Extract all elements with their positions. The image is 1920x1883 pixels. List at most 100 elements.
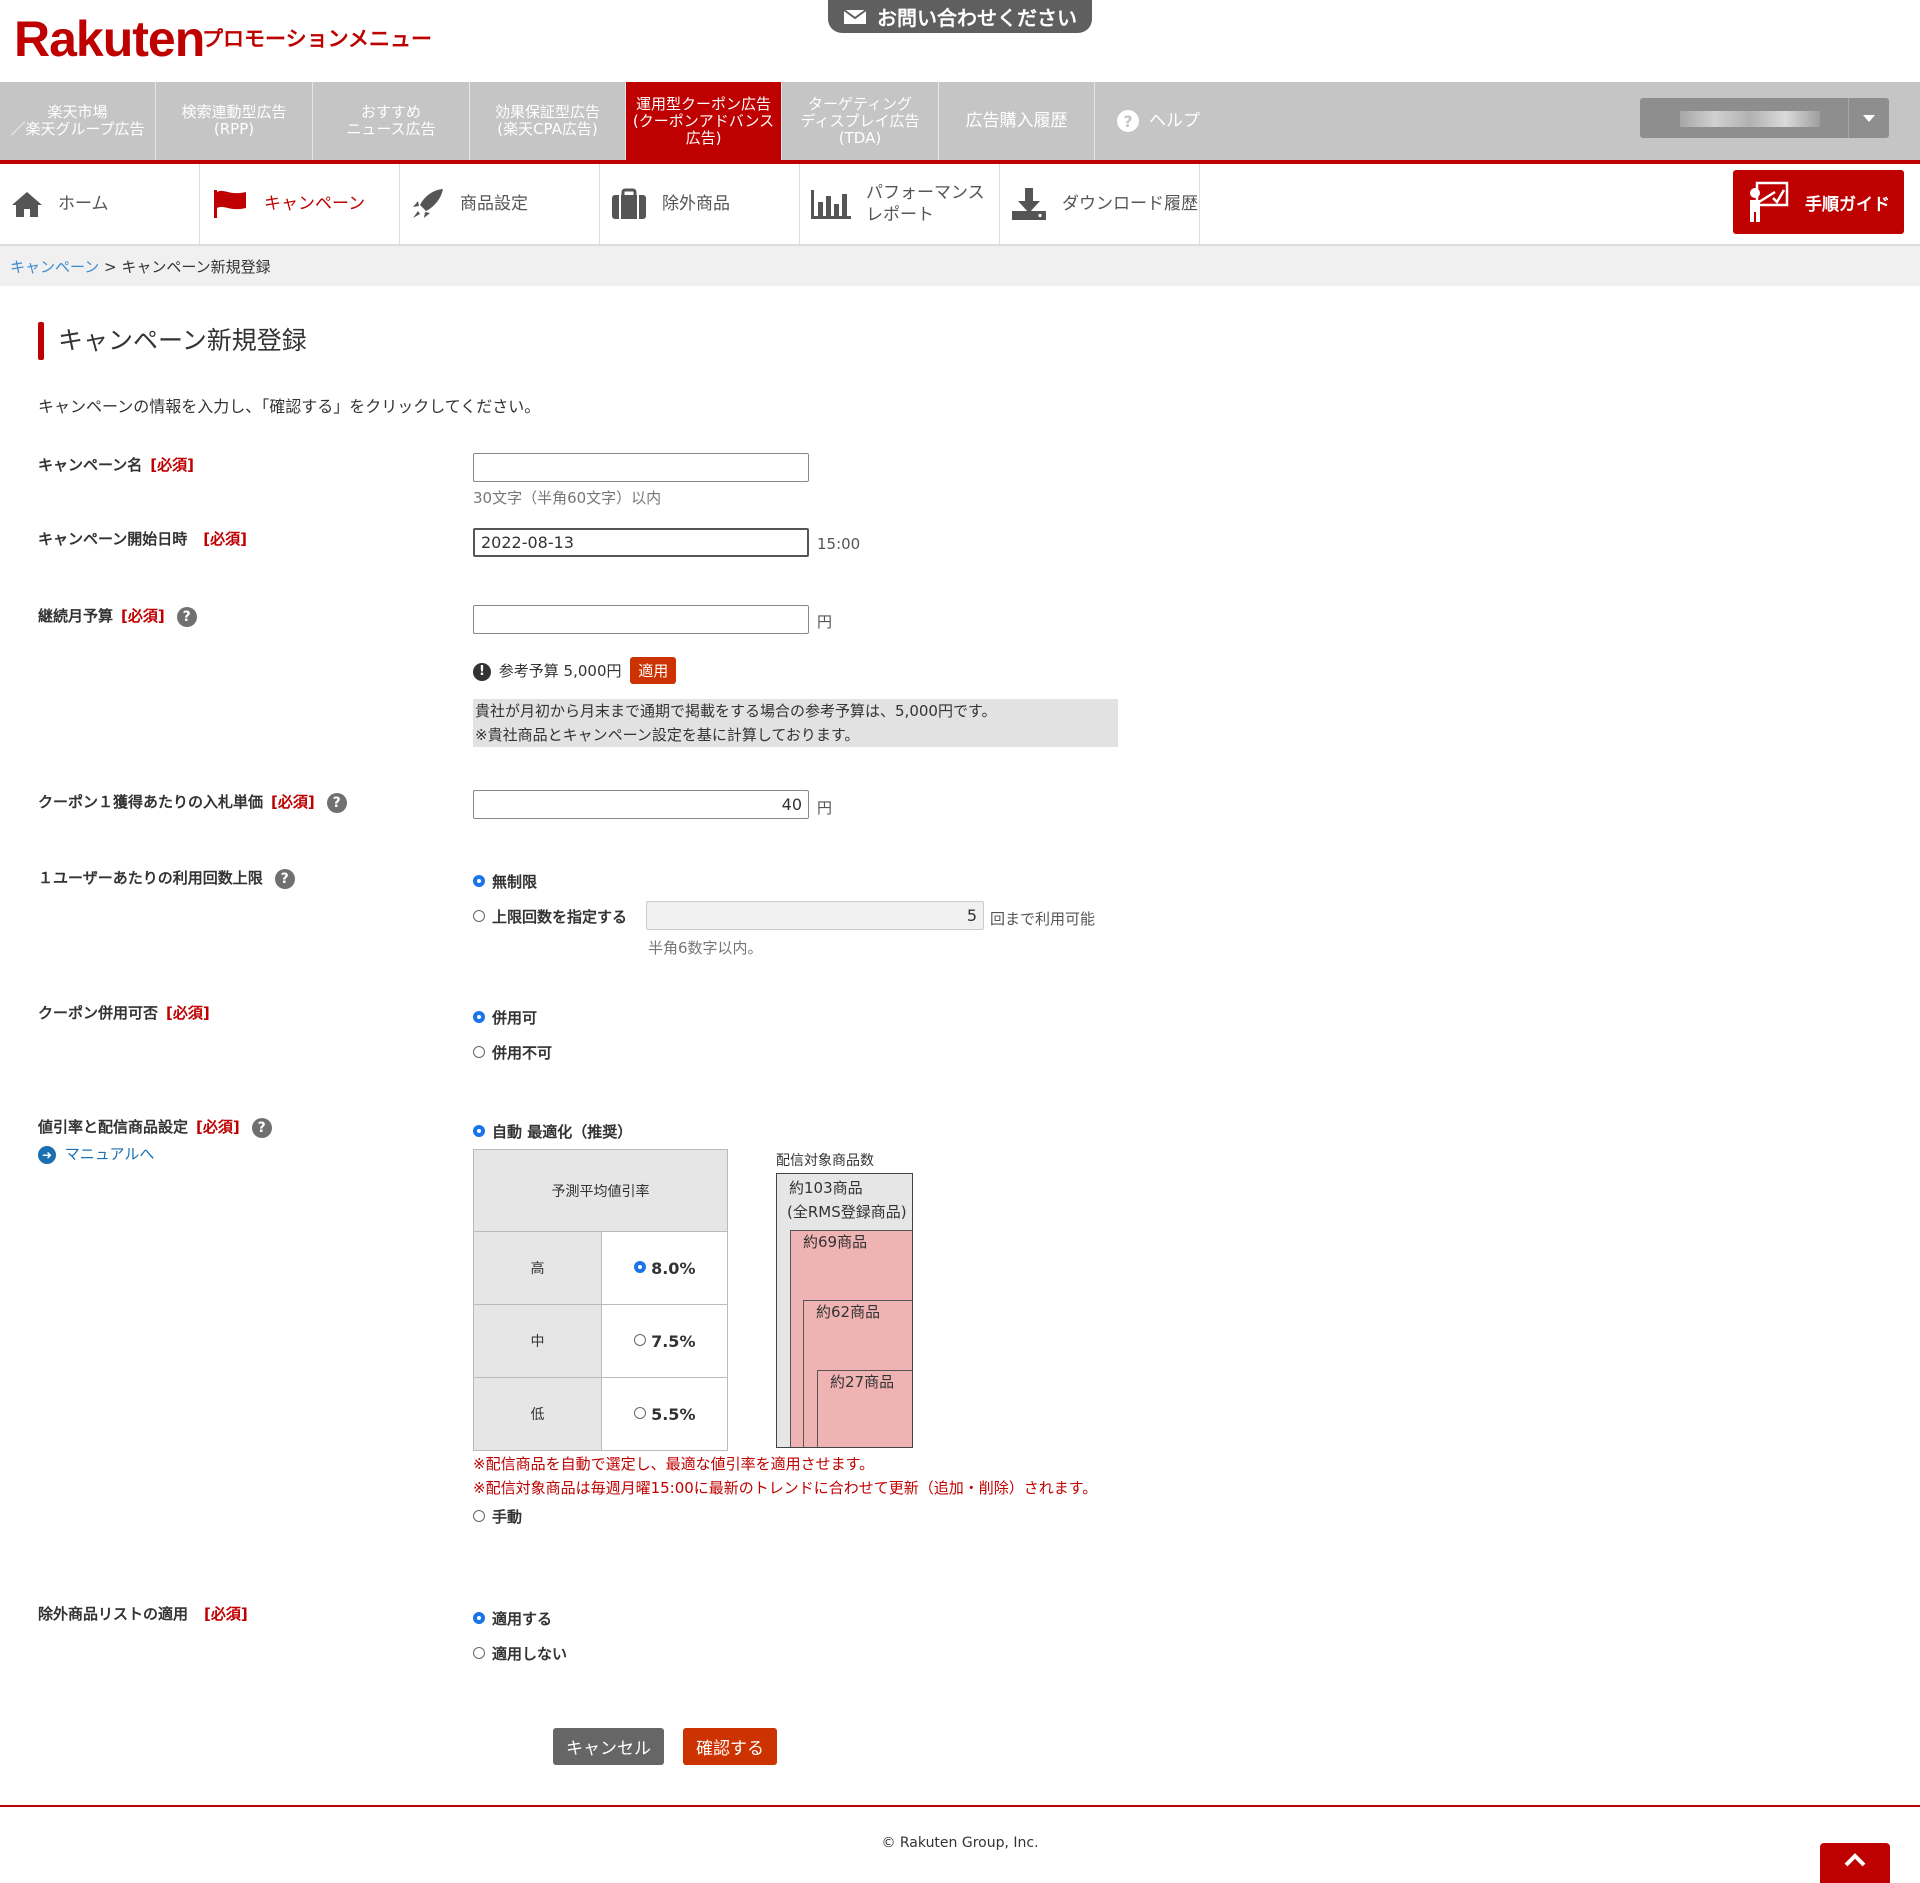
products-low-box: 約27商品 [817,1370,912,1447]
reference-budget: ! 参考予算 5,000円 適用 [473,657,677,684]
radio-unselected[interactable] [473,1045,485,1058]
budget-label: 継続月予算 [必須]? [38,606,197,627]
top-nav-coupon-advance[interactable]: 運用型クーポン広告 (クーポンアドバンス 広告) [626,82,782,160]
radio-selected[interactable] [473,1611,485,1624]
radio-selected[interactable] [473,874,485,887]
radio-unselected[interactable] [473,909,485,922]
start-date-label: キャンペーン開始日時 [必須] [38,530,247,548]
sub-nav-label: キャンペーン [264,194,366,214]
top-nav-label: おすすめ ニュース広告 [346,103,436,138]
top-nav-news[interactable]: おすすめ ニュース広告 [313,82,470,160]
sub-nav-performance-report[interactable]: パフォーマンス レポート [800,164,1000,244]
account-dropdown[interactable] [1640,98,1889,138]
rakuten-logo[interactable]: Rakuten [14,14,205,64]
usage-unlimited-option[interactable]: 無制限 [473,871,537,892]
exclude-yes-option[interactable]: 適用する [473,1608,552,1629]
bid-input[interactable] [473,790,809,819]
top-nav-rpp[interactable]: 検索連動型広告 (RPP) [156,82,313,160]
radio-unselected[interactable] [473,1509,485,1522]
top-nav-ichiba[interactable]: 楽天市場 ／楽天グループ広告 [0,82,156,160]
rate-option-mid[interactable]: 7.5% [601,1304,728,1378]
flag-icon [214,190,246,218]
sub-nav-download-history[interactable]: ダウンロード履歴 [1000,164,1200,244]
bar-chart-icon [811,190,851,219]
products-all-count: 約103商品 [789,1179,863,1197]
top-nav-tda[interactable]: ターゲティング ディスプレイ広告 (TDA) [782,82,939,160]
sub-nav-home[interactable]: ホーム [0,164,200,244]
rate-level: 高 [473,1231,602,1305]
required-tag: [必須] [121,607,165,625]
radio-unselected[interactable] [633,1334,646,1346]
campaign-name-label: キャンペーン名 [必須] [38,456,194,474]
campaign-name-input[interactable] [473,453,809,482]
sub-nav-label: 除外商品 [662,194,730,214]
bid-label: クーポン１獲得あたりの入札単価 [必須]? [38,792,347,813]
rate-level: 中 [473,1304,602,1378]
budget-input[interactable] [473,605,809,634]
help-icon[interactable]: ? [326,792,347,813]
procedure-guide-button[interactable]: 手順ガイド [1733,170,1904,234]
top-nav-label: 広告購入履歴 [965,110,1068,131]
products-high-count: 約69商品 [803,1233,868,1251]
home-icon [12,192,42,217]
products-title: 配信対象商品数 [776,1153,874,1169]
start-date-input[interactable] [473,528,809,557]
products-mid-count: 約62商品 [816,1303,881,1321]
usage-limit-input[interactable] [646,901,984,930]
radio-unselected[interactable] [473,1646,485,1659]
discount-auto-option[interactable]: 自動 最適化（推奨） [473,1121,632,1142]
sub-nav-excluded-products[interactable]: 除外商品 [600,164,800,244]
rocket-icon [413,189,443,218]
radio-selected[interactable] [633,1261,646,1273]
back-to-top-button[interactable] [1820,1843,1890,1883]
apply-reference-button[interactable]: 適用 [630,657,677,684]
contact-button[interactable]: お問い合わせください [828,0,1092,33]
discount-label: 値引率と配信商品設定 [必須]? [38,1117,272,1138]
budget-note: 貴社が月初から月末まで通期で掲載をする場合の参考予算は、5,000円です。 ※貴… [473,699,1118,747]
top-nav-label: ヘルプ [1149,110,1200,131]
sub-nav: ホーム キャンペーン 商品設定 除外商品 パフォーマンス レポート ダウンロード… [0,164,1920,246]
presentation-icon [1750,181,1789,222]
copyright: © Rakuten Group, Inc. [881,1835,1039,1851]
discount-manual-option[interactable]: 手動 [473,1506,522,1527]
confirm-button[interactable]: 確認する [683,1728,777,1765]
combine-no-option[interactable]: 併用不可 [473,1042,552,1063]
help-icon[interactable]: ? [176,606,197,627]
radio-selected[interactable] [473,1124,485,1137]
help-icon: ? [1117,110,1139,132]
top-nav-history[interactable]: 広告購入履歴 [939,82,1095,160]
help-icon[interactable]: ? [274,868,295,889]
divider [1848,98,1849,138]
radio-label: 適用しない [492,1645,568,1663]
rate-option-high[interactable]: 8.0% [601,1231,728,1305]
start-time: 15:00 [817,535,861,553]
budget-note-line: 貴社が月初から月末まで通期で掲載をする場合の参考予算は、5,000円です。 [475,702,997,720]
chevron-up-icon [1844,1853,1866,1867]
rate-table-header: 予測平均値引率 [473,1149,728,1232]
rate-value: 5.5% [651,1404,696,1424]
rate-option-low[interactable]: 5.5% [601,1377,728,1451]
exclude-no-option[interactable]: 適用しない [473,1643,567,1664]
caret-down-icon [1863,115,1875,122]
usage-limit-hint: 半角6数字以内。 [648,939,763,957]
manual-link[interactable]: ➜ マニュアルへ [38,1143,154,1164]
breadcrumb-campaign-link[interactable]: キャンペーン [10,258,99,276]
top-nav-cpa[interactable]: 効果保証型広告 (楽天CPA広告) [470,82,626,160]
procedure-guide-label: 手順ガイド [1805,194,1890,215]
top-nav: 楽天市場 ／楽天グループ広告 検索連動型広告 (RPP) おすすめ ニュース広告… [0,82,1920,164]
top-nav-help[interactable]: ? ヘルプ [1095,82,1317,160]
help-icon[interactable]: ? [251,1117,272,1138]
combine-yes-option[interactable]: 併用可 [473,1007,537,1028]
mail-icon [843,8,867,24]
usage-limit-option[interactable]: 上限回数を指定する [473,906,627,927]
radio-selected[interactable] [473,1010,485,1023]
sub-nav-product-settings[interactable]: 商品設定 [400,164,600,244]
radio-unselected[interactable] [633,1407,646,1419]
page-title: キャンペーン新規登録 [58,326,307,355]
cancel-button[interactable]: キャンセル [553,1728,664,1765]
radio-label: 適用する [492,1610,553,1628]
sub-nav-campaign[interactable]: キャンペーン [200,164,400,244]
products-all-sub: (全RMS登録商品) [787,1203,907,1221]
title-accent [38,322,44,360]
usage-limit-label: １ユーザーあたりの利用回数上限? [38,868,295,889]
